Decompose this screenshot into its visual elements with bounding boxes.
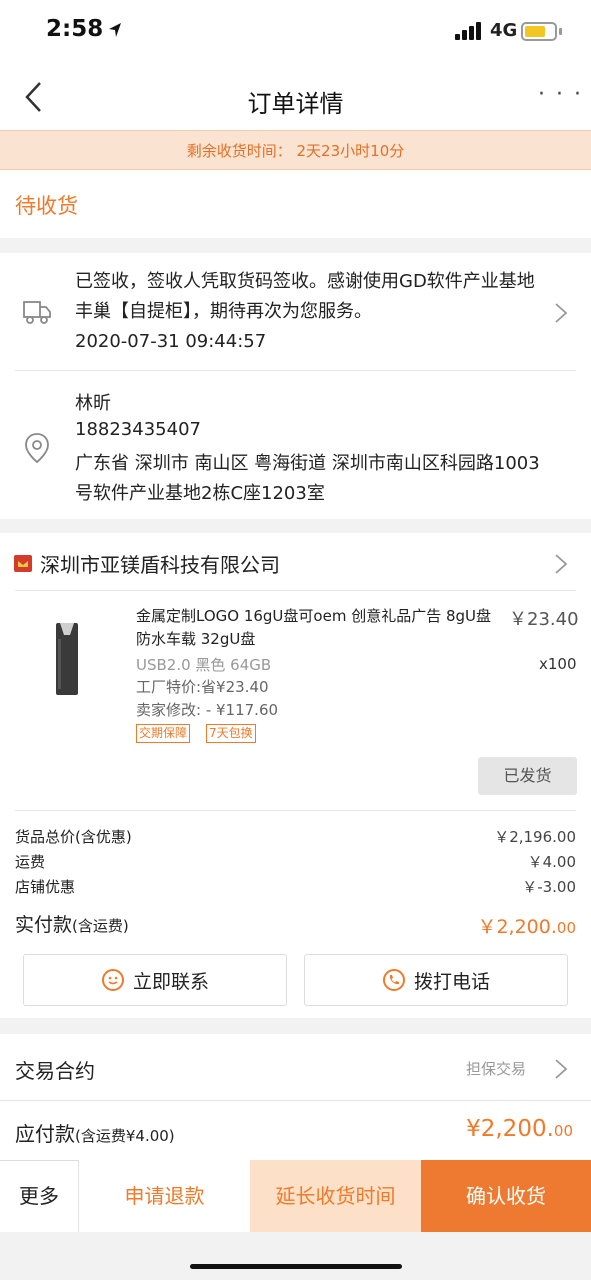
network-type: 4G xyxy=(490,20,518,41)
receipt-countdown: 剩余收货时间： 2天23小时10分 xyxy=(0,130,591,170)
more-options-icon[interactable]: · · · xyxy=(538,82,583,107)
shop-name[interactable]: 深圳市亚镁盾科技有限公司 xyxy=(40,549,280,578)
fee-value: ￥2,196.00 xyxy=(494,828,576,846)
fee-value: ￥4.00 xyxy=(527,853,576,871)
recipient-address: 广东省 深圳市 南山区 粤海街道 深圳市南山区科园路1003号软件产业基地2栋C… xyxy=(75,453,540,504)
paid-amount-main: ￥2,200. xyxy=(477,916,557,938)
product-thumbnail[interactable] xyxy=(14,605,120,711)
fee-label: 店铺优惠 xyxy=(15,878,76,896)
home-indicator[interactable] xyxy=(190,1264,402,1269)
product-sku: USB2.0 黑色 64GB xyxy=(136,656,272,674)
signal-icon xyxy=(455,22,481,40)
order-status: 待收货 xyxy=(15,194,78,218)
shipped-status-button[interactable]: 已发货 xyxy=(478,757,577,795)
location-pin-icon xyxy=(25,433,49,464)
contact-label: 立即联系 xyxy=(132,970,209,993)
seller-edit: 卖家修改: - ¥117.60 xyxy=(136,701,279,719)
divider xyxy=(15,810,576,811)
logistics-info[interactable]: 已签收，签收人凭取货码签收。感谢使用GD软件产业基地丰巢【自提柜】，期待再次为您… xyxy=(75,267,545,357)
location-arrow-icon xyxy=(109,23,121,37)
logistics-time: 2020-07-31 09:44:57 xyxy=(75,331,267,352)
contact-seller-button[interactable]: 立即联系 xyxy=(23,954,287,1006)
apply-refund-button[interactable]: 申请退款 xyxy=(78,1160,250,1232)
battery-tip xyxy=(559,28,562,35)
more-button[interactable]: 更多 xyxy=(0,1160,78,1232)
divider xyxy=(0,1100,591,1101)
logistics-message: 已签收，签收人凭取货码签收。感谢使用GD软件产业基地丰巢【自提柜】，期待再次为您… xyxy=(75,271,535,322)
battery-icon xyxy=(521,22,557,41)
product-title[interactable]: 金属定制LOGO 16gU盘可oem 创意礼品广告 8gU盘 防水车载 32gU… xyxy=(136,605,506,651)
status-time: 2:58 xyxy=(46,16,104,42)
paid-amount: ￥2,200.00 xyxy=(477,912,576,939)
paid-label-note: (含运费) xyxy=(72,917,129,935)
smile-chat-icon xyxy=(101,969,124,991)
divider xyxy=(15,590,576,591)
product-price: ￥23.40 xyxy=(509,609,579,630)
due-label-text: 应付款 xyxy=(15,1122,75,1146)
call-label: 拨打电话 xyxy=(413,970,490,993)
due-label: 应付款(含运费¥4.00) xyxy=(15,1118,175,1147)
due-amount-cents: 00 xyxy=(553,1122,573,1140)
home-area xyxy=(0,1232,591,1280)
paid-label-text: 实付款 xyxy=(15,914,73,936)
extend-receipt-button[interactable]: 延长收货时间 xyxy=(250,1160,421,1232)
contract-label: 交易合约 xyxy=(15,1059,95,1083)
due-label-note: (含运费¥4.00) xyxy=(75,1127,175,1145)
factory-price: 工厂特价:省¥23.40 xyxy=(136,678,269,696)
due-amount: ¥2,200.00 xyxy=(466,1116,573,1142)
chevron-right-icon[interactable] xyxy=(554,1058,568,1080)
service-tag: 交期保障 xyxy=(136,724,191,743)
call-button[interactable]: 拨打电话 xyxy=(304,954,568,1006)
confirm-receipt-button[interactable]: 确认收货 xyxy=(421,1160,591,1232)
recipient-phone: 18823435407 xyxy=(75,419,201,440)
service-tag: 7天包换 xyxy=(206,724,256,743)
recipient-name: 林昕 xyxy=(75,393,111,414)
due-amount-main: ¥2,200. xyxy=(466,1116,554,1142)
divider xyxy=(15,370,576,371)
fee-label: 运费 xyxy=(15,853,46,871)
paid-label: 实付款(含运费) xyxy=(15,910,129,937)
product-quantity: x100 xyxy=(539,655,577,673)
fee-label: 货品总价(含优惠) xyxy=(15,828,132,846)
chevron-right-icon[interactable] xyxy=(554,553,568,575)
page-title: 订单详情 xyxy=(247,90,344,118)
contract-value[interactable]: 担保交易 xyxy=(466,1058,526,1079)
order-status-row xyxy=(0,170,591,238)
truck-icon xyxy=(23,301,51,324)
shop-icon xyxy=(14,555,32,572)
fee-value: ￥-3.00 xyxy=(522,878,576,896)
phone-icon xyxy=(382,969,405,991)
paid-amount-cents: 00 xyxy=(556,919,576,937)
chevron-right-icon[interactable] xyxy=(554,302,568,324)
